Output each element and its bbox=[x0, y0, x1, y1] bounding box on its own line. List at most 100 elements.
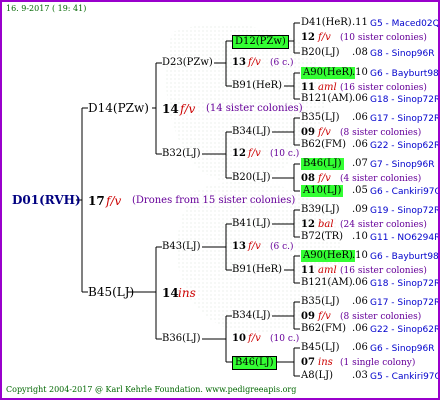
root-queen-id[interactable]: D01(RVH) bbox=[12, 194, 81, 206]
g4-value: .03 bbox=[352, 370, 368, 381]
g4-queen-id[interactable]: B121(AM) bbox=[301, 277, 353, 289]
g4-location-link[interactable]: G8 - Sinop96R bbox=[370, 48, 435, 60]
g4-sister-count: 12 bbox=[301, 32, 315, 43]
g4-location-link[interactable]: G7 - Sinop96R bbox=[370, 159, 435, 171]
g4-queen-id[interactable]: B121(AM) bbox=[301, 93, 353, 105]
g4-value: .10 bbox=[352, 67, 368, 78]
b41-queen-id[interactable]: B41(LJ) bbox=[232, 218, 271, 230]
b32-queen-id[interactable]: B32(LJ) bbox=[162, 148, 201, 160]
g4-queen-id[interactable]: B35(LJ) bbox=[301, 112, 340, 124]
g4-note: (1 single colony) bbox=[340, 358, 416, 368]
d14-queen-id[interactable]: D14(PZw) bbox=[88, 102, 149, 114]
root-note: (Drones from 15 sister colonies) bbox=[132, 195, 296, 206]
b91-queen-id-lower[interactable]: B91(HeR) bbox=[232, 264, 282, 276]
b32-note: (10 c.) bbox=[270, 149, 300, 159]
g4-note: (8 sister colonies) bbox=[340, 128, 422, 138]
g4-value: .06 bbox=[352, 342, 368, 353]
g4-value: .05 bbox=[352, 185, 368, 196]
d12-queen-id[interactable]: D12(PZw) bbox=[232, 35, 289, 49]
b43-queen-id[interactable]: B43(LJ) bbox=[162, 241, 201, 253]
b45-mark: ins bbox=[178, 286, 196, 300]
g4-mark: f/v bbox=[318, 311, 331, 322]
g4-queen-id[interactable]: B72(TR) bbox=[301, 231, 343, 243]
b91-queen-id-upper[interactable]: B91(HeR) bbox=[232, 80, 282, 92]
g4-queen-id[interactable]: B39(LJ) bbox=[301, 204, 340, 216]
g4-value: .10 bbox=[352, 250, 368, 261]
g4-mark: f/v bbox=[318, 173, 331, 184]
g4-location-link[interactable]: G17 - Sinop72R bbox=[370, 113, 438, 125]
g4-location-link[interactable]: G5 - Cankiri97Q bbox=[370, 371, 438, 383]
g4-location-link[interactable]: G18 - Sinop72R bbox=[370, 94, 438, 106]
d23-mark: f/v bbox=[248, 57, 261, 68]
b34-queen-id-lower[interactable]: B34(LJ) bbox=[232, 310, 271, 322]
g4-location-link[interactable]: G18 - Sinop72R bbox=[370, 278, 438, 290]
b45-queen-id[interactable]: B45(LJ) bbox=[88, 286, 134, 298]
g4-queen-id[interactable]: D41(HeR) bbox=[301, 17, 352, 29]
pedigree-frame: 16. 9-2017 ( 19: 41) Copyright 2004-2017… bbox=[0, 0, 440, 400]
g4-note: (16 sister colonies) bbox=[340, 266, 427, 276]
g4-queen-id[interactable]: B20(LJ) bbox=[301, 47, 340, 59]
g4-location-link[interactable]: G6 - Bayburt98-3 bbox=[370, 251, 438, 263]
g4-queen-id[interactable]: A8(LJ) bbox=[301, 370, 333, 382]
g4-location-link[interactable]: G11 - NO6294R bbox=[370, 232, 438, 244]
b36-note: (10 c.) bbox=[270, 334, 300, 344]
g4-mark: f/v bbox=[318, 32, 331, 43]
g4-value: .09 bbox=[352, 204, 368, 215]
root-drone-count: 17 bbox=[88, 194, 105, 208]
d14-note: (14 sister colonies) bbox=[206, 103, 303, 114]
g4-location-link[interactable]: G6 - Bayburt98-3 bbox=[370, 68, 438, 80]
b32-count: 12 bbox=[232, 148, 246, 159]
g4-location-link[interactable]: G5 - Maced02Q bbox=[370, 18, 438, 30]
root-mark: f/v bbox=[106, 194, 122, 208]
g4-location-link[interactable]: G22 - Sinop62R bbox=[370, 140, 438, 152]
g4-mark: ins bbox=[318, 357, 333, 368]
d14-mark: f/v bbox=[180, 102, 196, 116]
b43-mark: f/v bbox=[248, 241, 261, 252]
g4-queen-id[interactable]: A90(HeR) bbox=[301, 250, 355, 262]
g4-value: .06 bbox=[352, 112, 368, 123]
g4-queen-id[interactable]: B45(LJ) bbox=[301, 342, 340, 354]
g4-value: .06 bbox=[352, 277, 368, 288]
d23-queen-id[interactable]: D23(PZw) bbox=[162, 57, 213, 69]
g4-location-link[interactable]: G19 - Sinop72R bbox=[370, 205, 438, 217]
d14-count: 14 bbox=[162, 102, 179, 116]
b43-count: 13 bbox=[232, 241, 246, 252]
g4-note: (24 sister colonies) bbox=[340, 220, 427, 230]
g4-sister-count: 09 bbox=[301, 311, 315, 322]
g4-value: .06 bbox=[352, 139, 368, 150]
b43-note: (6 c.) bbox=[270, 242, 294, 252]
g4-location-link[interactable]: G22 - Sinop62R bbox=[370, 324, 438, 336]
b32-mark: f/v bbox=[248, 148, 261, 159]
g4-queen-id[interactable]: B35(LJ) bbox=[301, 296, 340, 308]
g4-location-link[interactable]: G6 - Cankiri97Q bbox=[370, 186, 438, 198]
g4-location-link[interactable]: G6 - Sinop96R bbox=[370, 343, 435, 355]
g4-sister-count: 11 bbox=[301, 265, 315, 276]
header-date: 16. 9-2017 ( 19: 41) bbox=[6, 4, 87, 13]
g4-value: .06 bbox=[352, 93, 368, 104]
g4-queen-id[interactable]: B62(FM) bbox=[301, 323, 346, 335]
g4-queen-id[interactable]: A90(HeR) bbox=[301, 67, 355, 79]
g4-mark: aml bbox=[318, 265, 337, 276]
b45-count: 14 bbox=[162, 286, 179, 300]
b36-queen-id[interactable]: B36(LJ) bbox=[162, 333, 201, 345]
g4-queen-id[interactable]: A10(LJ) bbox=[301, 185, 344, 197]
b20-queen-id[interactable]: B20(LJ) bbox=[232, 172, 271, 184]
g4-queen-id[interactable]: B46(LJ) bbox=[301, 158, 344, 170]
g4-value: .08 bbox=[352, 47, 368, 58]
g4-location-link[interactable]: G17 - Sinop72R bbox=[370, 297, 438, 309]
g4-mark: bal bbox=[318, 219, 334, 230]
copyright-footer: Copyright 2004-2017 @ Karl Kehrle Founda… bbox=[6, 385, 297, 394]
g4-note: (8 sister colonies) bbox=[340, 312, 422, 322]
b36-count: 10 bbox=[232, 333, 246, 344]
b46-queen-id[interactable]: B46(LJ) bbox=[232, 356, 277, 370]
g4-value: .06 bbox=[352, 296, 368, 307]
g4-sister-count: 12 bbox=[301, 219, 315, 230]
g4-queen-id[interactable]: B62(FM) bbox=[301, 139, 346, 151]
g4-note: (10 sister colonies) bbox=[340, 33, 427, 43]
d23-count: 13 bbox=[232, 57, 246, 68]
b34-queen-id-upper[interactable]: B34(LJ) bbox=[232, 126, 271, 138]
g4-sister-count: 08 bbox=[301, 173, 315, 184]
g4-value: .07 bbox=[352, 158, 368, 169]
g4-note: (4 sister colonies) bbox=[340, 174, 422, 184]
g4-sister-count: 09 bbox=[301, 127, 315, 138]
